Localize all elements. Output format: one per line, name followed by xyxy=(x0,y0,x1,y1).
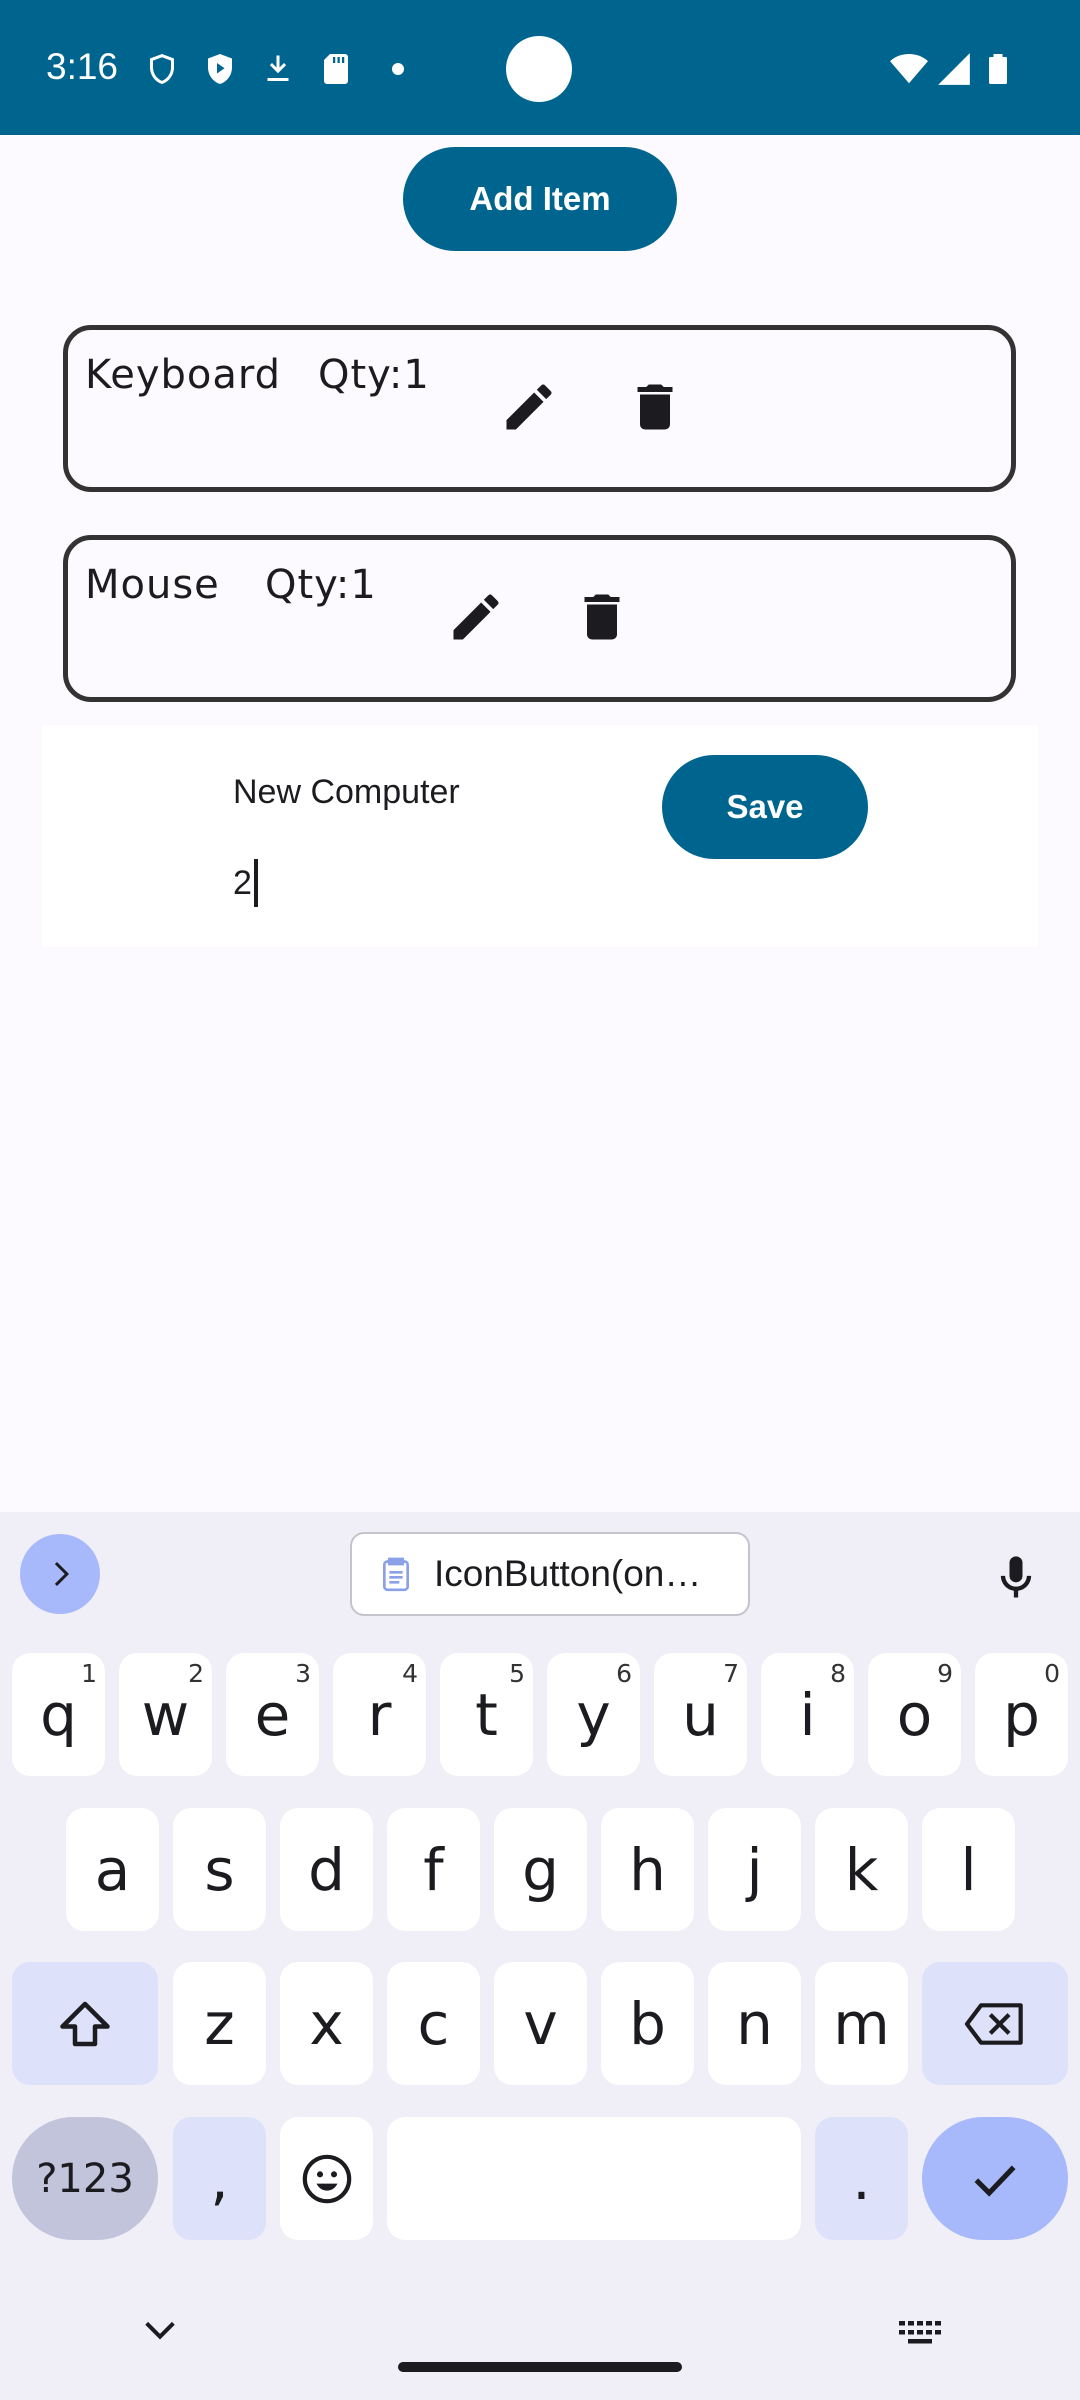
emoji-icon xyxy=(302,2154,351,2203)
item-name: Mouse xyxy=(85,562,220,608)
edit-item-panel: New Computer 2 Save xyxy=(42,725,1038,947)
item-name-field[interactable]: New Computer xyxy=(233,773,460,812)
key-t[interactable]: t5 xyxy=(440,1653,533,1776)
key-d[interactable]: d xyxy=(280,1808,373,1931)
key-v[interactable]: v xyxy=(494,1962,587,2085)
shift-key[interactable] xyxy=(12,1962,158,2085)
key-j[interactable]: j xyxy=(708,1808,801,1931)
key-label: i xyxy=(799,1680,816,1749)
key-label: t xyxy=(475,1680,498,1749)
key-h[interactable]: h xyxy=(601,1808,694,1931)
clipboard-icon xyxy=(383,1557,409,1592)
soft-keyboard: IconButton(on… q1 w2 e3 r4 t5 y6 u7 i8 o… xyxy=(0,1512,1080,2400)
cell-signal-icon xyxy=(938,53,970,85)
microphone-icon[interactable] xyxy=(990,1548,1042,1608)
key-o[interactable]: o9 xyxy=(868,1653,961,1776)
key-f[interactable]: f xyxy=(387,1808,480,1931)
key-hint: 6 xyxy=(616,1659,632,1688)
backspace-key[interactable] xyxy=(922,1962,1068,2085)
key-y[interactable]: y6 xyxy=(547,1653,640,1776)
key-u[interactable]: u7 xyxy=(654,1653,747,1776)
key-p[interactable]: p0 xyxy=(975,1653,1068,1776)
save-button[interactable]: Save xyxy=(662,755,868,859)
key-hint: 7 xyxy=(723,1659,739,1688)
shield-play-icon xyxy=(208,54,232,84)
comma-key[interactable]: , xyxy=(173,2117,266,2240)
key-i[interactable]: i8 xyxy=(761,1653,854,1776)
symbols-key[interactable]: ?123 xyxy=(12,2117,158,2240)
hide-keyboard-chevron-icon[interactable] xyxy=(140,2315,180,2345)
item-card-mouse: Mouse Qty:1 xyxy=(63,535,1016,702)
key-hint: 0 xyxy=(1044,1659,1060,1688)
key-label: y xyxy=(576,1680,611,1749)
key-l[interactable]: l xyxy=(922,1808,1015,1931)
dot-icon xyxy=(392,63,404,75)
key-b[interactable]: b xyxy=(601,1962,694,2085)
status-bar: 3:16 xyxy=(0,0,1080,135)
key-m[interactable]: m xyxy=(815,1962,908,2085)
key-g[interactable]: g xyxy=(494,1808,587,1931)
clipboard-suggestion-chip[interactable]: IconButton(on… xyxy=(350,1532,750,1616)
key-label: p xyxy=(1003,1680,1040,1749)
checkmark-icon xyxy=(974,2165,1016,2197)
key-s[interactable]: s xyxy=(173,1808,266,1931)
key-label: q xyxy=(40,1680,77,1749)
backspace-icon xyxy=(964,2002,1023,2045)
key-q[interactable]: q1 xyxy=(12,1653,105,1776)
key-label: u xyxy=(682,1680,719,1749)
quantity-value: 2 xyxy=(233,863,252,902)
keyboard-switch-icon[interactable] xyxy=(896,2318,944,2348)
item-card-keyboard: Keyboard Qty:1 xyxy=(63,325,1016,492)
status-time: 3:16 xyxy=(46,46,119,87)
key-x[interactable]: x xyxy=(280,1962,373,2085)
key-hint: 1 xyxy=(81,1659,97,1688)
key-n[interactable]: n xyxy=(708,1962,801,2085)
period-key[interactable]: . xyxy=(815,2117,908,2240)
item-qty: Qty:1 xyxy=(318,352,430,398)
item-name: Keyboard xyxy=(85,352,282,398)
space-key[interactable] xyxy=(387,2117,801,2240)
key-hint: 4 xyxy=(402,1659,418,1688)
edit-icon[interactable] xyxy=(446,587,506,647)
key-z[interactable]: z xyxy=(173,1962,266,2085)
key-label: e xyxy=(254,1680,291,1749)
add-item-button[interactable]: Add Item xyxy=(403,147,677,251)
key-a[interactable]: a xyxy=(66,1808,159,1931)
key-r[interactable]: r4 xyxy=(333,1653,426,1776)
keyboard-expand-button[interactable] xyxy=(20,1534,100,1614)
key-e[interactable]: e3 xyxy=(226,1653,319,1776)
quantity-field[interactable]: 2 xyxy=(233,859,258,907)
sd-card-icon xyxy=(324,54,348,84)
item-qty: Qty:1 xyxy=(265,562,377,608)
shift-icon xyxy=(60,2001,110,2046)
delete-icon[interactable] xyxy=(572,587,632,647)
camera-cutout xyxy=(506,36,572,102)
key-hint: 8 xyxy=(830,1659,846,1688)
edit-icon[interactable] xyxy=(499,377,559,437)
download-icon xyxy=(267,55,289,81)
shield-outline-icon xyxy=(150,54,174,84)
text-cursor xyxy=(253,859,258,907)
enter-key[interactable] xyxy=(922,2117,1068,2240)
key-hint: 5 xyxy=(509,1659,525,1688)
key-hint: 9 xyxy=(937,1659,953,1688)
key-hint: 2 xyxy=(188,1659,204,1688)
delete-icon[interactable] xyxy=(625,377,685,437)
key-hint: 3 xyxy=(295,1659,311,1688)
chevron-right-icon xyxy=(54,1562,69,1586)
battery-icon xyxy=(989,54,1007,84)
wifi-icon xyxy=(890,53,928,84)
key-label: o xyxy=(896,1680,933,1749)
key-c[interactable]: c xyxy=(387,1962,480,2085)
key-w[interactable]: w2 xyxy=(119,1653,212,1776)
key-k[interactable]: k xyxy=(815,1808,908,1931)
clipboard-suggestion-text: IconButton(on… xyxy=(434,1553,702,1594)
home-indicator[interactable] xyxy=(398,2362,682,2372)
key-label: r xyxy=(367,1680,392,1749)
emoji-key[interactable] xyxy=(280,2117,373,2240)
key-label: w xyxy=(141,1680,190,1749)
